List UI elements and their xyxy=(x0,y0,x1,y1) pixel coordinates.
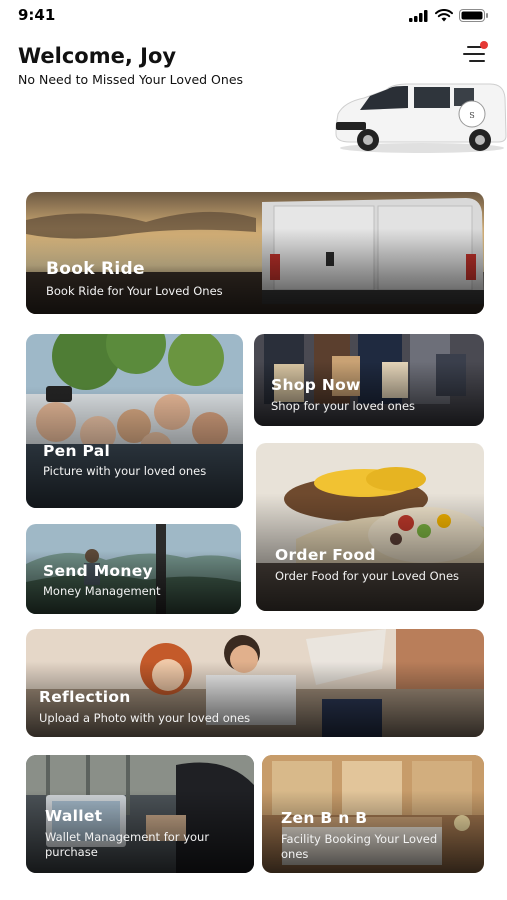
card-shade xyxy=(26,334,243,508)
van-logo-image: S xyxy=(335,83,507,153)
svg-text:S: S xyxy=(469,111,474,120)
battery-icon xyxy=(459,9,488,22)
order-food-title: Order Food xyxy=(275,546,376,564)
book-ride-card[interactable]: Book Ride Book Ride for Your Loved Ones xyxy=(26,192,484,314)
wallet-title: Wallet xyxy=(45,807,103,825)
status-time: 9:41 xyxy=(18,6,56,24)
reflection-card[interactable]: Reflection Upload a Photo with your love… xyxy=(26,629,484,737)
send-money-subtitle: Money Management xyxy=(43,584,161,598)
signal-icon xyxy=(409,9,428,22)
card-shade xyxy=(256,443,484,611)
send-money-title: Send Money xyxy=(43,562,153,580)
reflection-title: Reflection xyxy=(39,688,131,706)
menu-button[interactable] xyxy=(459,41,488,65)
notification-dot xyxy=(480,41,488,49)
order-food-card[interactable]: Order Food Order Food for your Loved One… xyxy=(256,443,484,611)
zen-bnb-title: Zen B n B xyxy=(281,809,368,827)
reflection-subtitle: Upload a Photo with your loved ones xyxy=(39,711,251,725)
shop-now-card[interactable]: Shop Now Shop for your loved ones xyxy=(254,334,484,426)
status-icons xyxy=(409,9,489,22)
book-ride-subtitle: Book Ride for Your Loved Ones xyxy=(46,284,223,298)
pen-pal-title: Pen Pal xyxy=(43,442,111,460)
welcome-title: Welcome, Joy xyxy=(18,44,177,68)
zen-bnb-card[interactable]: Zen B n B Facility Booking Your Loved on… xyxy=(262,755,484,873)
book-ride-title: Book Ride xyxy=(46,259,145,279)
pen-pal-subtitle: Picture with your loved ones xyxy=(43,464,207,478)
wallet-card[interactable]: Wallet Wallet Management for your purcha… xyxy=(26,755,254,873)
wallet-subtitle: Wallet Management for your purchase xyxy=(45,830,210,859)
send-money-card[interactable]: Send Money Money Management xyxy=(26,524,241,614)
status-bar: 9:41 xyxy=(0,0,507,34)
welcome-tagline: No Need to Missed Your Loved Ones xyxy=(18,72,244,87)
zen-bnb-subtitle: Facility Booking Your Loved ones xyxy=(281,832,438,861)
shop-now-subtitle: Shop for your loved ones xyxy=(271,399,416,413)
order-food-subtitle: Order Food for your Loved Ones xyxy=(275,569,460,583)
pen-pal-card[interactable]: Pen Pal Picture with your loved ones xyxy=(26,334,243,508)
shop-now-title: Shop Now xyxy=(271,376,361,394)
wifi-icon xyxy=(435,9,453,22)
